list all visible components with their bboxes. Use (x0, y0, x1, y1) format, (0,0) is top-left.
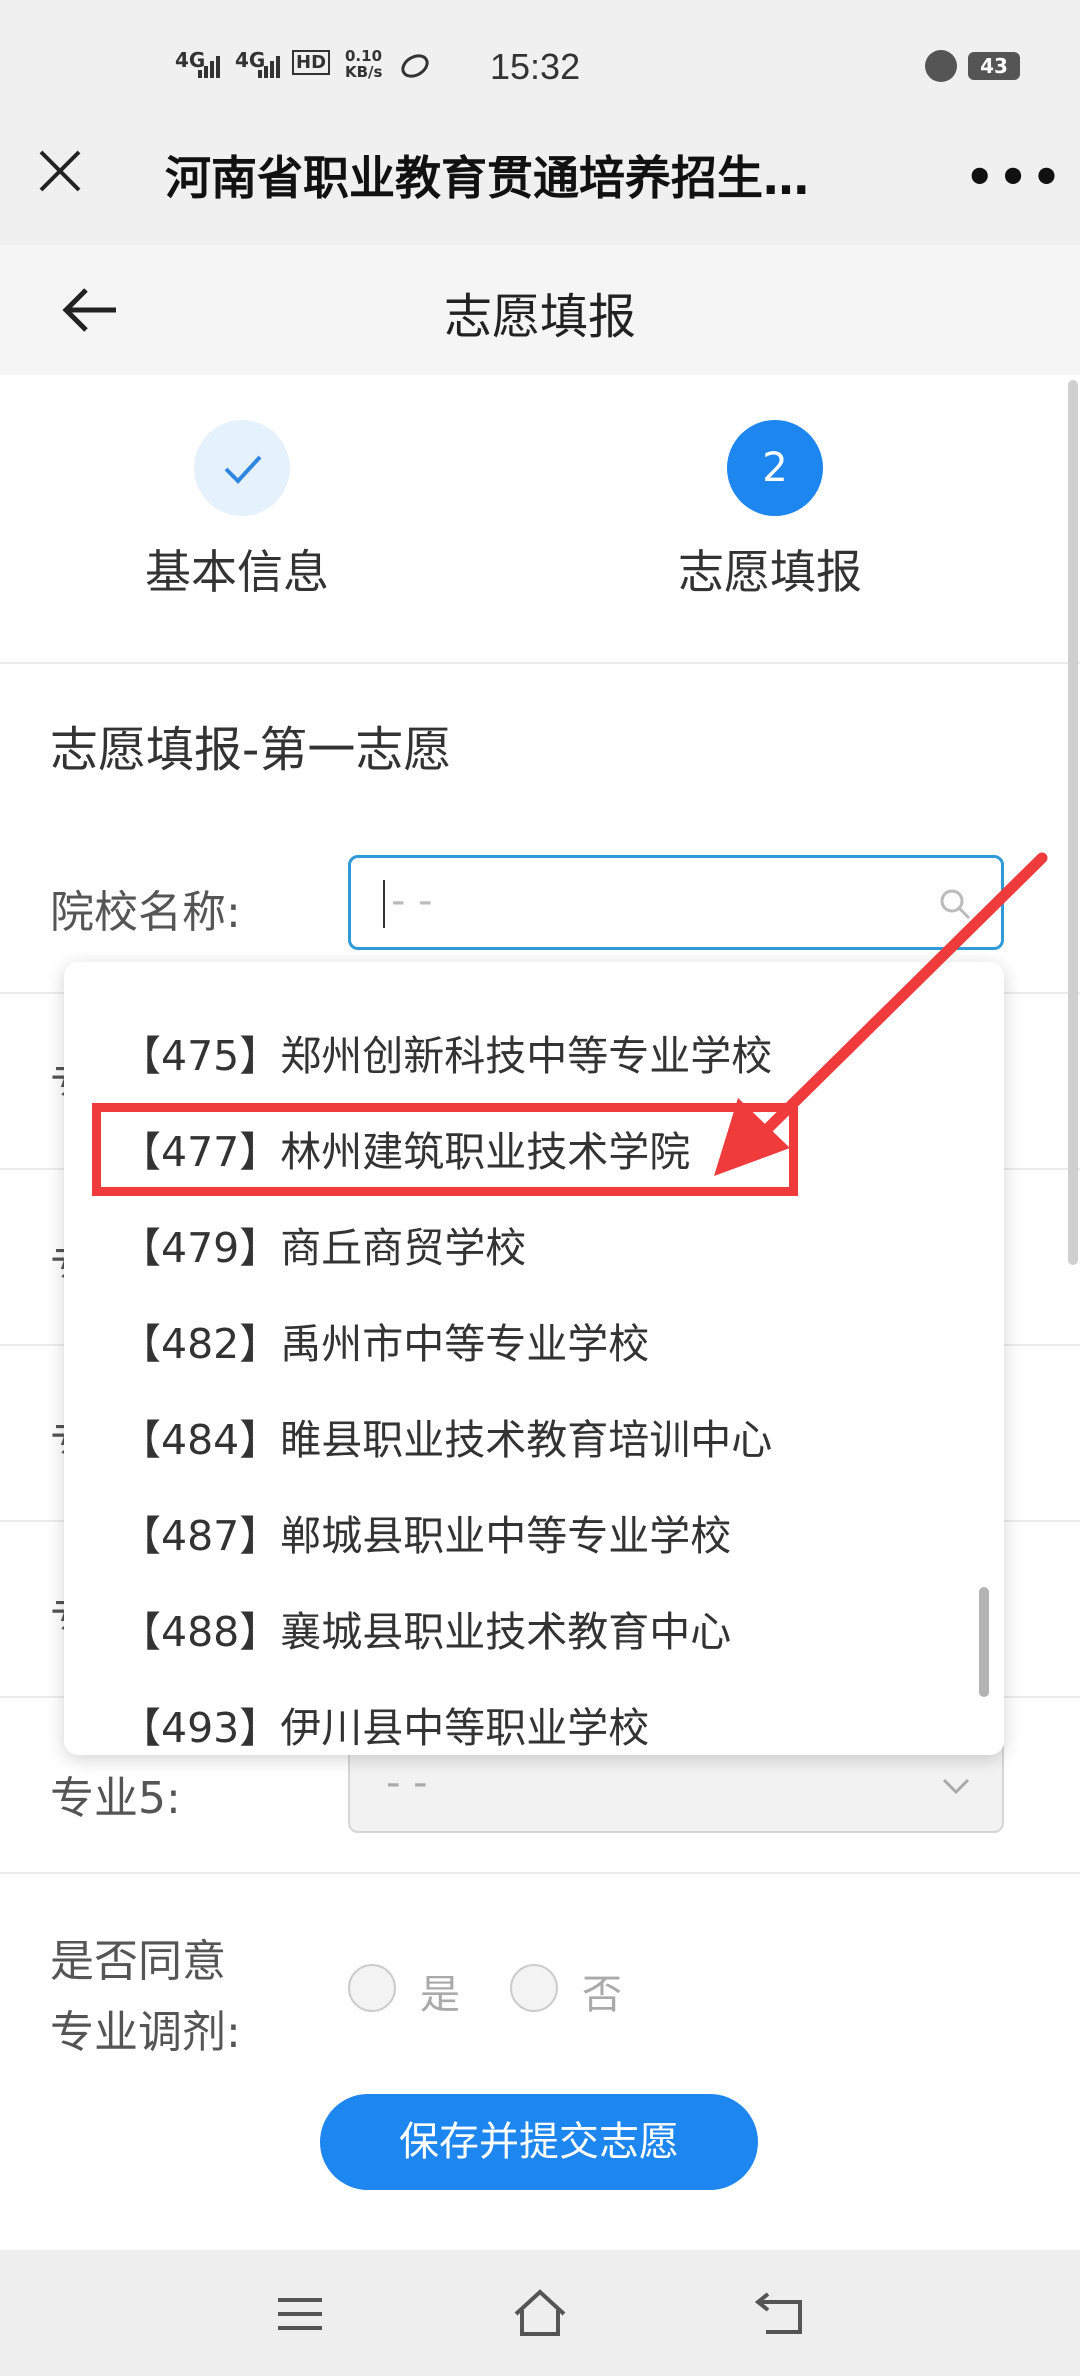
menu-icon[interactable] (276, 2294, 324, 2334)
home-icon[interactable] (512, 2288, 568, 2338)
annotation-arrow-icon (714, 852, 1048, 1176)
system-nav-bar (0, 2250, 1080, 2376)
back-icon[interactable] (754, 2290, 806, 2336)
